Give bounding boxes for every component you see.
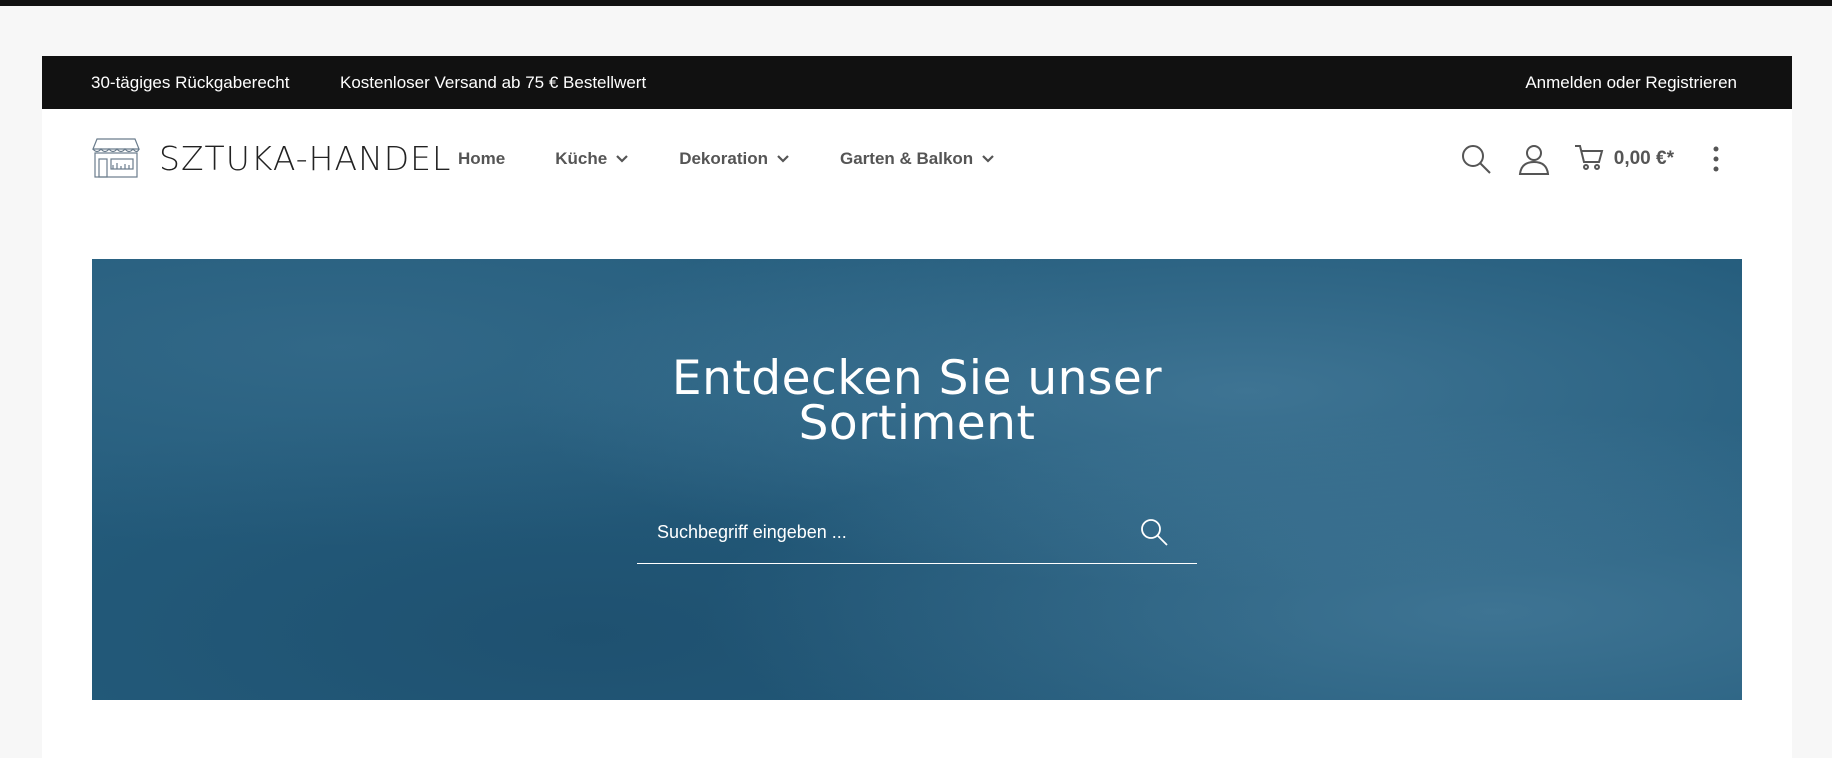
user-icon[interactable]: [1518, 143, 1550, 175]
login-register-link[interactable]: Anmelden oder Registrieren: [1525, 56, 1737, 109]
hero-banner: Entdecken Sie unser Sortiment: [92, 259, 1742, 700]
nav-item-garten-balkon[interactable]: Garten & Balkon: [840, 149, 995, 169]
hero-title-line-1: Entdecken Sie unser: [671, 351, 1163, 406]
cart-total: 0,00 €*: [1613, 148, 1674, 169]
top-bar: 30-tägiges Rückgaberecht Kostenloser Ver…: [42, 56, 1792, 109]
cart-icon: [1574, 143, 1604, 176]
cart-button[interactable]: 0,00 €*: [1574, 143, 1674, 176]
nav-item-dekoration[interactable]: Dekoration: [679, 149, 790, 169]
shop-page: 30-tägiges Rückgaberecht Kostenloser Ver…: [42, 56, 1792, 758]
search-icon[interactable]: [1460, 143, 1492, 175]
hero-title-line-2: Sortiment: [798, 396, 1036, 451]
more-vertical-icon[interactable]: [1706, 146, 1726, 172]
return-policy-text: 30-tägiges Rückgaberecht: [91, 73, 290, 92]
logo-text: SZTUKA-HANDEL: [159, 138, 452, 178]
search-submit-icon[interactable]: [1139, 517, 1169, 547]
search-input[interactable]: [637, 499, 1139, 565]
site-header: SZTUKA-HANDEL Home Küche Dekoration Gart…: [42, 109, 1792, 209]
chevron-down-icon: [776, 154, 790, 164]
nav-item-label: Home: [458, 149, 506, 168]
nav-item-label: Küche: [555, 149, 608, 168]
nav-item-kueche[interactable]: Küche: [555, 149, 629, 169]
header-actions: 0,00 €*: [1460, 109, 1726, 209]
chevron-down-icon: [981, 154, 995, 164]
chevron-down-icon: [615, 154, 629, 164]
nav-item-home[interactable]: Home: [458, 149, 505, 169]
shop-front-icon: [91, 137, 141, 179]
hero-title: Entdecken Sie unser Sortiment: [92, 351, 1742, 451]
nav-item-label: Dekoration: [679, 149, 768, 168]
browser-frame-edge: [0, 0, 1832, 6]
main-nav: Home Küche Dekoration Garten & Balkon: [458, 109, 1045, 209]
shipping-info-text: Kostenloser Versand ab 75 € Bestellwert: [340, 73, 647, 92]
logo[interactable]: SZTUKA-HANDEL: [91, 135, 451, 181]
hero-search-form: [637, 499, 1197, 565]
nav-item-label: Garten & Balkon: [840, 149, 974, 168]
